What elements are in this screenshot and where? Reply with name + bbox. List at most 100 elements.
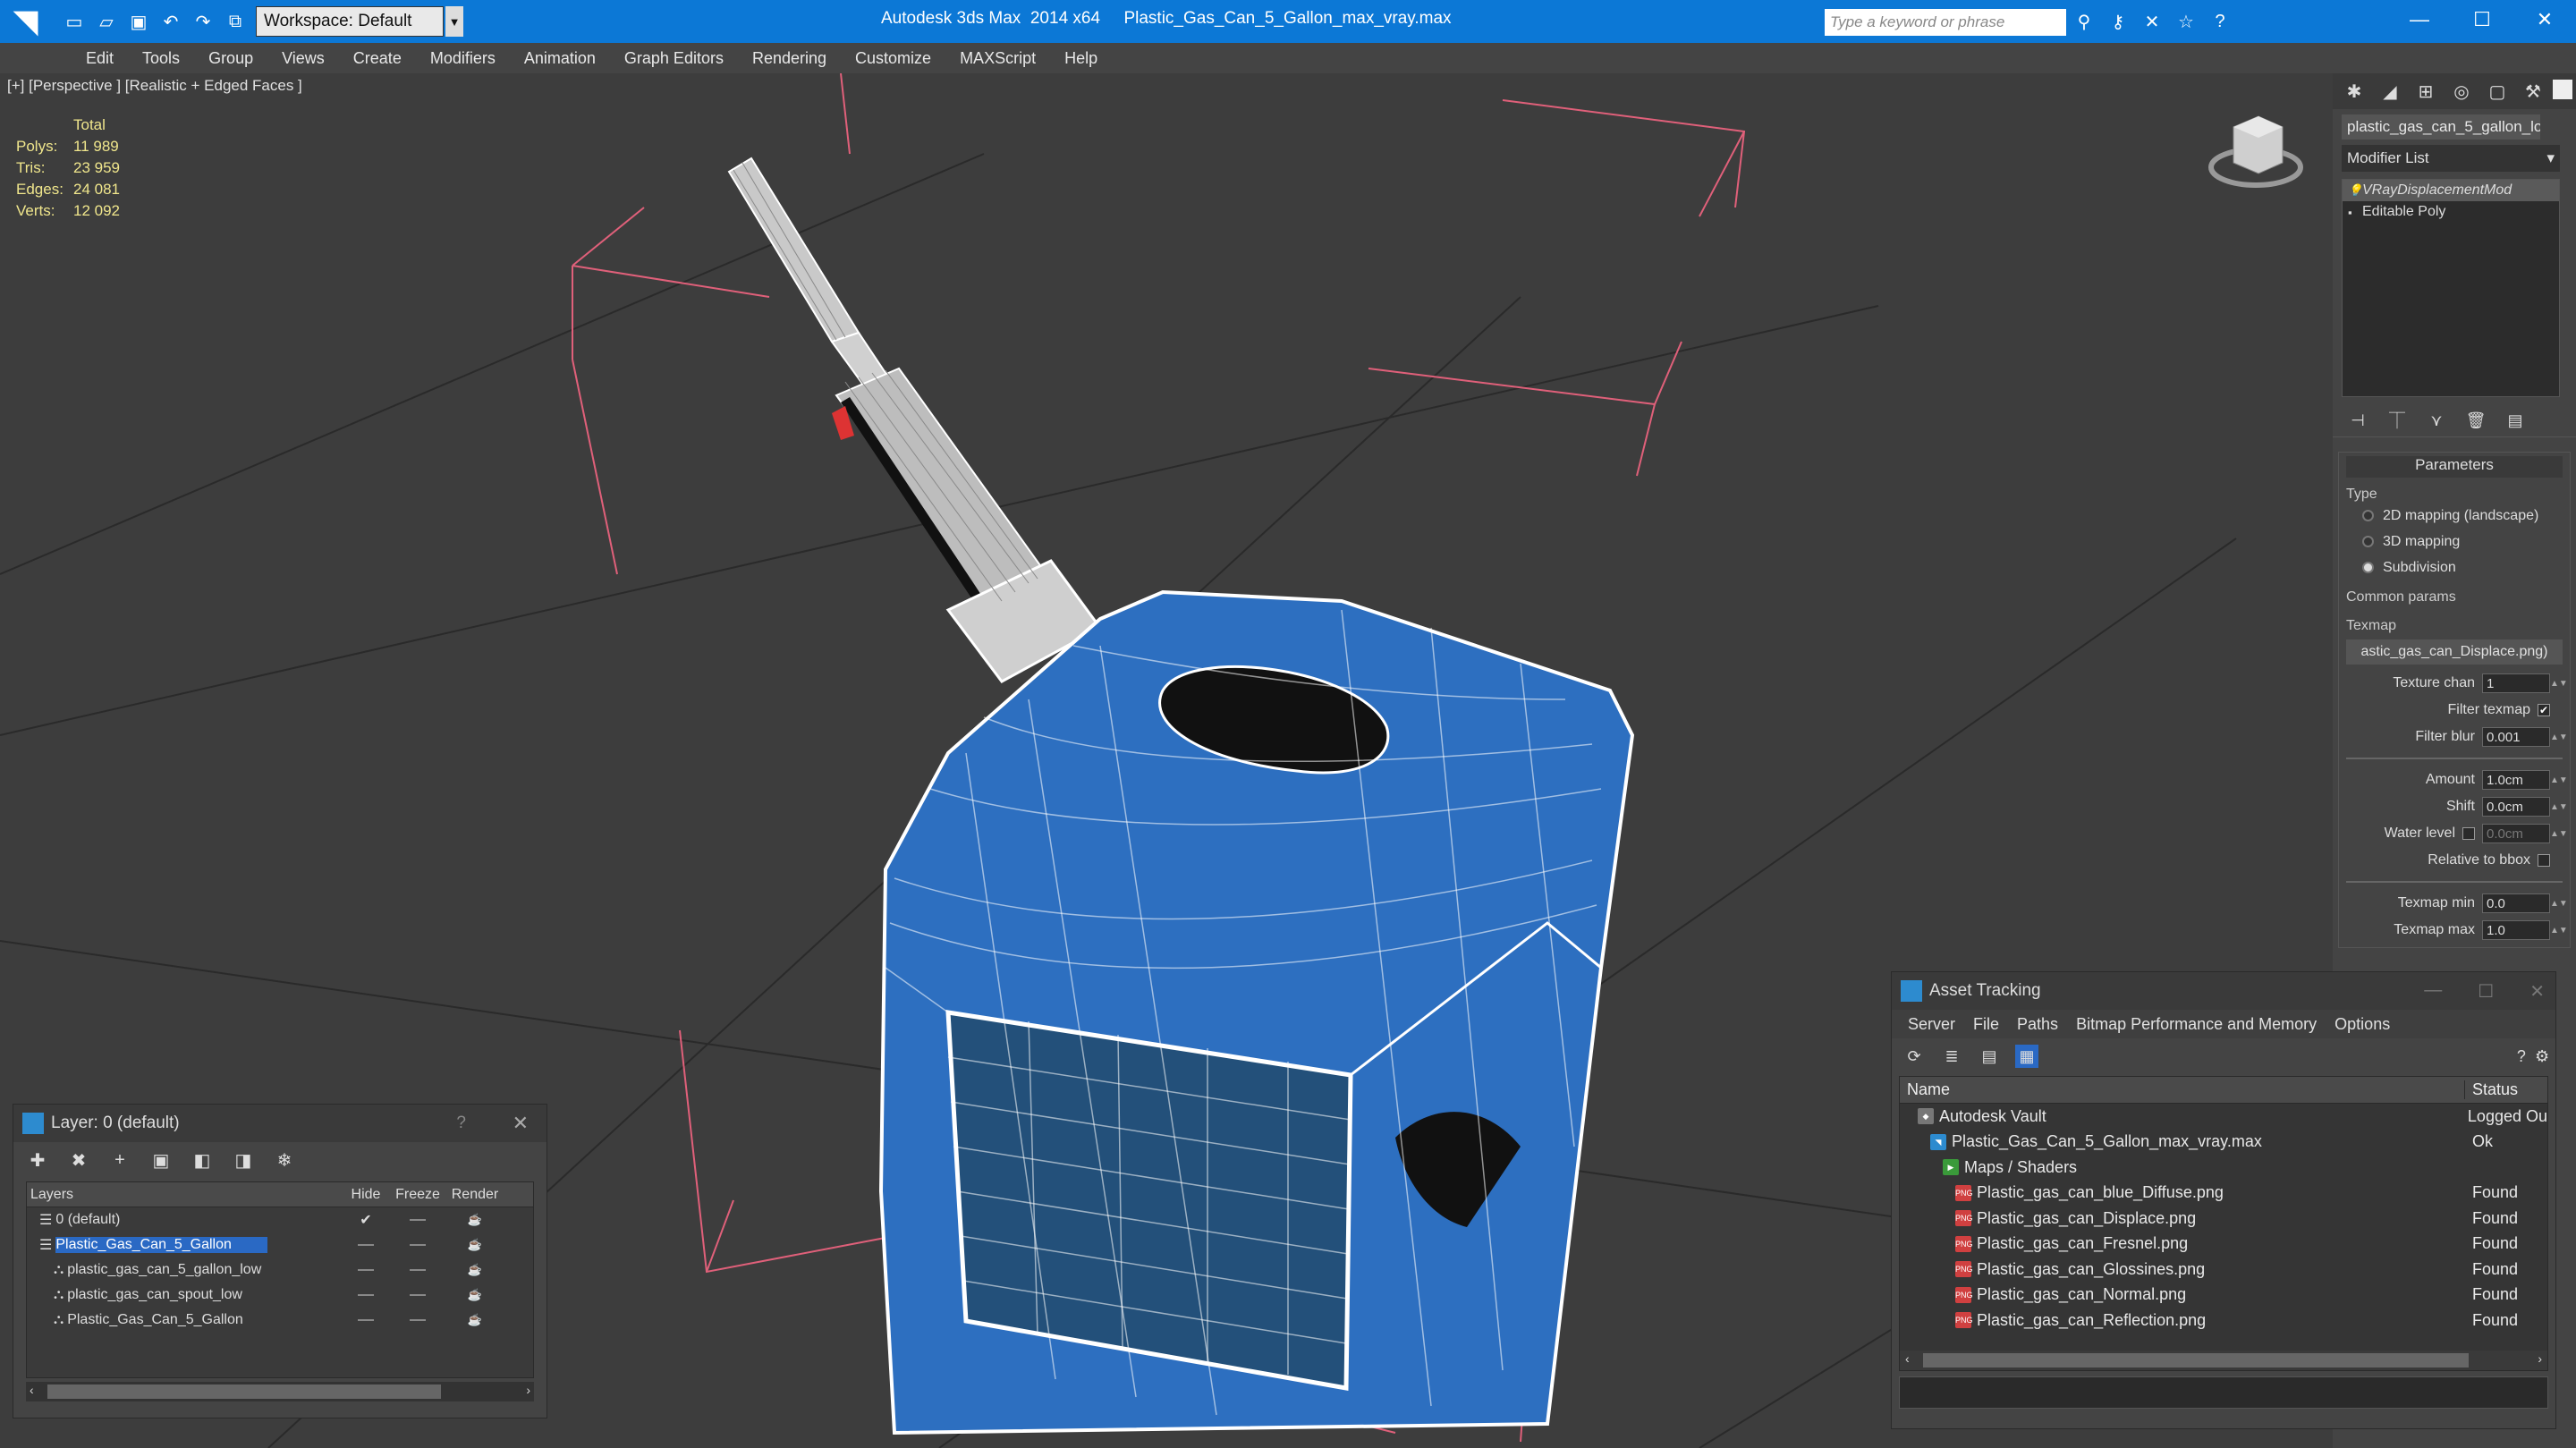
- menu-rendering[interactable]: Rendering: [738, 49, 841, 68]
- chevron-left-icon[interactable]: ‹: [1905, 1351, 1910, 1366]
- viewport-label[interactable]: [+] [Perspective ] [Realistic + Edged Fa…: [7, 77, 302, 95]
- exchange-icon[interactable]: ✕: [2140, 9, 2165, 34]
- type-radio[interactable]: 3D mapping: [2346, 529, 2563, 555]
- layer-row[interactable]: ☰ 0 (default) ✔ ☕: [27, 1207, 533, 1232]
- col-freeze[interactable]: Freeze: [392, 1187, 444, 1203]
- radio-button[interactable]: [2362, 562, 2374, 573]
- radio-button[interactable]: [2362, 510, 2374, 521]
- type-radio[interactable]: 2D mapping (landscape): [2346, 503, 2563, 529]
- project-folder-icon[interactable]: ⧉: [222, 8, 249, 35]
- viewcube-icon[interactable]: [2208, 115, 2303, 188]
- maximize-icon[interactable]: ☐: [2451, 0, 2513, 39]
- app-logo-icon[interactable]: ◥: [0, 0, 52, 43]
- spinner-icon[interactable]: ▲▼: [2550, 829, 2568, 839]
- spinner-icon[interactable]: ▲▼: [2550, 679, 2568, 689]
- menu-views[interactable]: Views: [267, 49, 339, 68]
- layer-name-cell[interactable]: ☰ Plastic_Gas_Can_5_Gallon: [27, 1236, 340, 1254]
- render-teapot-icon[interactable]: ☕: [444, 1288, 506, 1302]
- layer-name-cell[interactable]: ⛬ plastic_gas_can_5_gallon_low: [27, 1262, 340, 1278]
- horizontal-scrollbar[interactable]: ‹ ›: [1900, 1351, 2547, 1370]
- options-icon[interactable]: ⚙: [2535, 1045, 2549, 1068]
- col-layers[interactable]: Layers: [27, 1187, 340, 1203]
- spinner-icon[interactable]: ▲▼: [2550, 802, 2568, 812]
- filter-texmap-checkbox[interactable]: ✔: [2538, 704, 2550, 716]
- modifier-stack-item[interactable]: 💡 VRayDisplacementMod: [2343, 180, 2559, 201]
- scrollbar-thumb[interactable]: [1923, 1353, 2469, 1368]
- star-icon[interactable]: ☆: [2174, 9, 2199, 34]
- configure-sets-icon[interactable]: ▤: [2504, 410, 2526, 431]
- layer-name-cell[interactable]: ⛬ plastic_gas_can_spout_low: [27, 1287, 340, 1303]
- modify-tab-icon[interactable]: ◢: [2374, 77, 2406, 106]
- water-level-checkbox[interactable]: [2462, 827, 2475, 840]
- texmap-max-input[interactable]: 1.0: [2482, 920, 2550, 940]
- close-icon[interactable]: ✕: [2513, 0, 2576, 39]
- asset-row[interactable]: PNG Plastic_gas_can_Displace.png Found: [1900, 1206, 2547, 1232]
- search-input[interactable]: Type a keyword or phrase: [1825, 9, 2066, 36]
- layer-row[interactable]: ⛬ plastic_gas_can_spout_low ☕: [27, 1283, 533, 1308]
- display-tab-icon[interactable]: ▢: [2481, 77, 2513, 106]
- binoculars-icon[interactable]: ⚲: [2072, 9, 2097, 34]
- asset-dialog-titlebar[interactable]: Asset Tracking — ☐ ✕: [1892, 972, 2555, 1010]
- object-color-swatch[interactable]: [2553, 80, 2572, 99]
- texture-chan-input[interactable]: 1: [2482, 673, 2550, 693]
- layer-freeze-toggle[interactable]: [392, 1212, 444, 1228]
- menu-group[interactable]: Group: [194, 49, 267, 68]
- utilities-tab-icon[interactable]: ⚒: [2517, 77, 2549, 106]
- col-render[interactable]: Render: [444, 1187, 506, 1203]
- asset-row[interactable]: PNG Plastic_gas_can_Fresnel.png Found: [1900, 1232, 2547, 1257]
- lightbulb-icon[interactable]: 💡: [2348, 183, 2362, 198]
- redo-icon[interactable]: ↷: [190, 8, 216, 35]
- asset-menu-file[interactable]: File: [1964, 1015, 2008, 1034]
- show-end-result-icon[interactable]: ⏉: [2386, 410, 2408, 431]
- rollout-title[interactable]: Parameters: [2346, 456, 2563, 478]
- pin-stack-icon[interactable]: ⊣: [2347, 410, 2368, 431]
- hierarchy-tab-icon[interactable]: ⊞: [2410, 77, 2442, 106]
- spinner-icon[interactable]: ▲▼: [2550, 899, 2568, 909]
- help-icon[interactable]: ?: [2207, 9, 2233, 34]
- highlight-layer-icon[interactable]: ◧: [191, 1148, 214, 1172]
- close-icon[interactable]: ✕: [513, 1112, 529, 1135]
- shift-input[interactable]: 0.0cm: [2482, 797, 2550, 817]
- layer-freeze-toggle[interactable]: [392, 1237, 444, 1253]
- new-file-icon[interactable]: ▭: [61, 8, 88, 35]
- new-layer-icon[interactable]: ✚: [26, 1148, 49, 1172]
- amount-input[interactable]: 1.0cm: [2482, 770, 2550, 790]
- layer-freeze-toggle[interactable]: [392, 1312, 444, 1328]
- menu-help[interactable]: Help: [1050, 49, 1112, 68]
- layer-name-cell[interactable]: ☰ 0 (default): [27, 1211, 340, 1229]
- minimize-icon[interactable]: —: [2424, 980, 2442, 1003]
- asset-menu-options[interactable]: Options: [2326, 1015, 2399, 1034]
- layer-hide-toggle[interactable]: [340, 1312, 392, 1328]
- minimize-icon[interactable]: —: [2388, 0, 2451, 39]
- help-icon[interactable]: ?: [456, 1114, 466, 1133]
- filter-blur-input[interactable]: 0.001: [2482, 727, 2550, 747]
- horizontal-scrollbar[interactable]: ‹ ›: [26, 1382, 534, 1401]
- layer-row[interactable]: ☰ Plastic_Gas_Can_5_Gallon ☕: [27, 1232, 533, 1257]
- texmap-button[interactable]: astic_gas_can_Displace.png): [2346, 639, 2563, 665]
- list-view-icon[interactable]: ≣: [1940, 1045, 1963, 1068]
- asset-row[interactable]: PNG Plastic_gas_can_Glossines.png Found: [1900, 1257, 2547, 1283]
- menu-graph-editors[interactable]: Graph Editors: [610, 49, 738, 68]
- layer-dialog-titlebar[interactable]: Layer: 0 (default) ? ✕: [13, 1105, 547, 1142]
- spinner-icon[interactable]: ▲▼: [2550, 732, 2568, 742]
- asset-row[interactable]: ◆ Autodesk Vault Logged Ou: [1900, 1104, 2547, 1130]
- radio-button[interactable]: [2362, 536, 2374, 547]
- help-icon[interactable]: ?: [2517, 1045, 2526, 1068]
- col-status[interactable]: Status: [2465, 1080, 2518, 1099]
- menu-customize[interactable]: Customize: [841, 49, 945, 68]
- workspace-select[interactable]: Workspace: Default: [256, 6, 444, 37]
- asset-menu-server[interactable]: Server: [1899, 1015, 1964, 1034]
- open-file-icon[interactable]: ▱: [93, 8, 120, 35]
- menu-modifiers[interactable]: Modifiers: [416, 49, 510, 68]
- chevron-right-icon[interactable]: ›: [2538, 1351, 2542, 1366]
- refresh-icon[interactable]: ⟳: [1902, 1045, 1926, 1068]
- hide-all-icon[interactable]: ◨: [232, 1148, 255, 1172]
- maximize-icon[interactable]: ☐: [2478, 980, 2494, 1003]
- modifier-list-dropdown[interactable]: Modifier List ▾: [2342, 145, 2560, 172]
- render-teapot-icon[interactable]: ☕: [444, 1263, 506, 1277]
- layer-hide-toggle[interactable]: [340, 1237, 392, 1253]
- chevron-right-icon[interactable]: ›: [526, 1383, 530, 1397]
- modifier-stack-item[interactable]: ▪ Editable Poly: [2343, 201, 2559, 223]
- create-tab-icon[interactable]: ✱: [2338, 77, 2370, 106]
- layer-hide-toggle[interactable]: [340, 1262, 392, 1278]
